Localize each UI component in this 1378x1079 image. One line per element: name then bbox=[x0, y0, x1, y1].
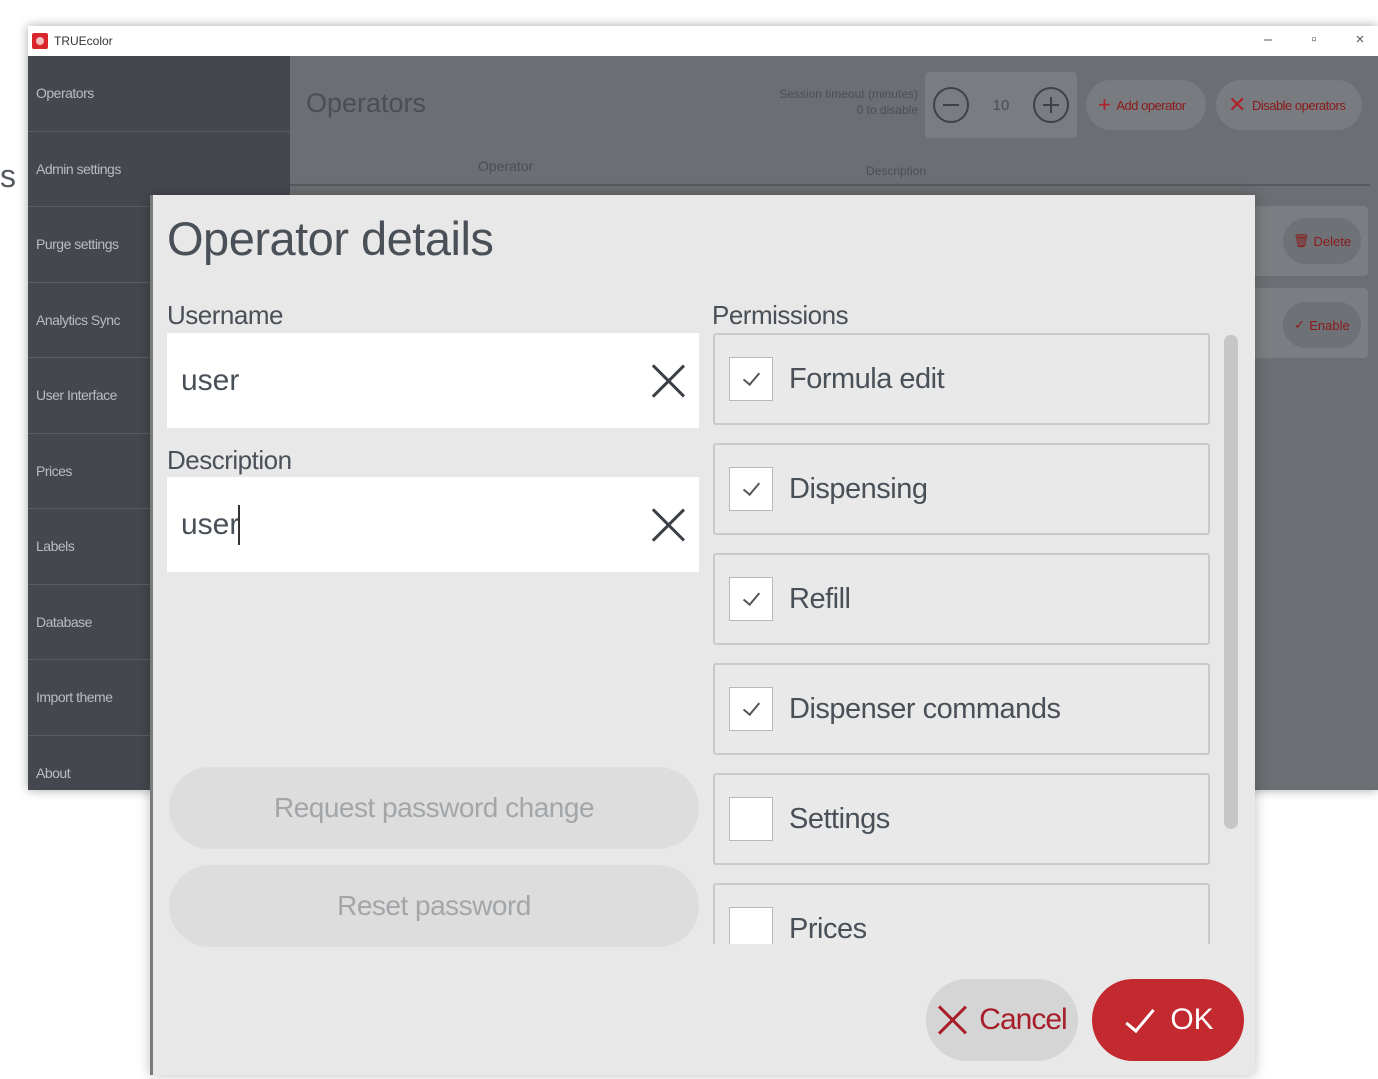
permissions-scrollbar[interactable] bbox=[1224, 335, 1238, 829]
title-bar: TRUEcolor – ▫ × bbox=[28, 26, 1378, 56]
delete-button[interactable]: 🗑 Delete bbox=[1283, 218, 1361, 264]
description-label: Description bbox=[167, 445, 292, 475]
app-title: TRUEcolor bbox=[54, 34, 113, 48]
permissions-label: Permissions bbox=[712, 300, 849, 330]
app-logo-icon bbox=[32, 33, 48, 49]
plus-circle-icon[interactable] bbox=[1033, 87, 1069, 123]
maximize-icon[interactable]: ▫ bbox=[1306, 28, 1322, 52]
checkbox-checked[interactable] bbox=[729, 577, 773, 621]
checkbox-unchecked[interactable] bbox=[729, 907, 773, 944]
cancel-label: Cancel bbox=[979, 1003, 1067, 1036]
checkmark-icon bbox=[1122, 1005, 1156, 1035]
username-field[interactable] bbox=[167, 333, 699, 428]
enable-button[interactable]: ✓ Enable bbox=[1283, 302, 1361, 348]
checkbox-checked[interactable] bbox=[729, 467, 773, 511]
operator-details-dialog: Operator details Username Description Re… bbox=[150, 195, 1255, 1075]
request-password-change-button[interactable]: Request password change bbox=[169, 767, 699, 849]
permission-dispenser-commands[interactable]: Dispenser commands bbox=[713, 663, 1210, 755]
table-divider bbox=[290, 184, 1370, 186]
enable-label: Enable bbox=[1309, 317, 1350, 333]
permission-settings[interactable]: Settings bbox=[713, 773, 1210, 865]
permission-label: Settings bbox=[789, 802, 890, 835]
screen: s TRUEcolor – ▫ × Operators Admin settin… bbox=[0, 0, 1378, 1079]
page-title: Operators bbox=[306, 88, 427, 118]
dialog-title: Operator details bbox=[167, 212, 494, 265]
column-header-description: Description bbox=[866, 164, 927, 178]
close-icon: ✕ bbox=[1228, 92, 1246, 117]
delete-label: Delete bbox=[1313, 233, 1352, 249]
timeout-value[interactable]: 10 bbox=[993, 97, 1010, 114]
timeout-stepper: 10 bbox=[925, 72, 1077, 138]
minus-circle-icon[interactable] bbox=[933, 87, 969, 123]
disable-operators-label: Disable operators bbox=[1251, 97, 1346, 113]
window-controls: – ▫ × bbox=[1260, 28, 1368, 52]
stray-text: s bbox=[0, 158, 16, 194]
close-icon bbox=[937, 1005, 967, 1035]
username-label: Username bbox=[167, 300, 283, 330]
plus-icon: + bbox=[1098, 92, 1111, 117]
permission-label: Dispenser commands bbox=[789, 692, 1061, 725]
checkbox-unchecked[interactable] bbox=[729, 797, 773, 841]
description-field[interactable] bbox=[167, 477, 699, 572]
trash-icon: 🗑 bbox=[1292, 233, 1310, 248]
permission-label: Formula edit bbox=[789, 362, 945, 395]
permission-prices[interactable]: Prices bbox=[713, 883, 1210, 944]
permission-label: Prices bbox=[789, 912, 867, 945]
checkbox-checked[interactable] bbox=[729, 357, 773, 401]
permission-label: Refill bbox=[789, 582, 851, 615]
sidebar-item-operators[interactable]: Operators bbox=[28, 56, 290, 132]
permission-dispensing[interactable]: Dispensing bbox=[713, 443, 1210, 535]
clear-description-icon[interactable] bbox=[651, 507, 685, 541]
permissions-list: Formula edit Dispensing Refill Dispenser… bbox=[713, 331, 1213, 944]
permission-formula-edit[interactable]: Formula edit bbox=[713, 333, 1210, 425]
checkbox-checked[interactable] bbox=[729, 687, 773, 731]
reset-password-button[interactable]: Reset password bbox=[169, 865, 699, 947]
clear-username-icon[interactable] bbox=[651, 363, 685, 397]
text-caret bbox=[238, 505, 240, 545]
session-timeout-line-1: Session timeout (minutes) bbox=[779, 87, 918, 101]
close-window-icon[interactable]: × bbox=[1352, 28, 1368, 52]
ok-button[interactable]: OK bbox=[1092, 979, 1244, 1061]
permission-label: Dispensing bbox=[789, 472, 928, 505]
session-timeout-label: Session timeout (minutes) 0 to disable bbox=[708, 86, 918, 118]
add-operator-button[interactable]: + Add operator bbox=[1086, 80, 1206, 130]
cancel-button[interactable]: Cancel bbox=[926, 979, 1078, 1061]
column-header-operator: Operator bbox=[478, 158, 534, 174]
check-icon: ✓ bbox=[1294, 317, 1306, 332]
session-timeout-line-2: 0 to disable bbox=[856, 103, 918, 117]
add-operator-label: Add operator bbox=[1116, 97, 1186, 113]
ok-label: OK bbox=[1170, 1003, 1214, 1036]
minimize-icon[interactable]: – bbox=[1260, 28, 1276, 52]
permission-refill[interactable]: Refill bbox=[713, 553, 1210, 645]
disable-operators-button[interactable]: ✕ Disable operators bbox=[1216, 80, 1362, 130]
